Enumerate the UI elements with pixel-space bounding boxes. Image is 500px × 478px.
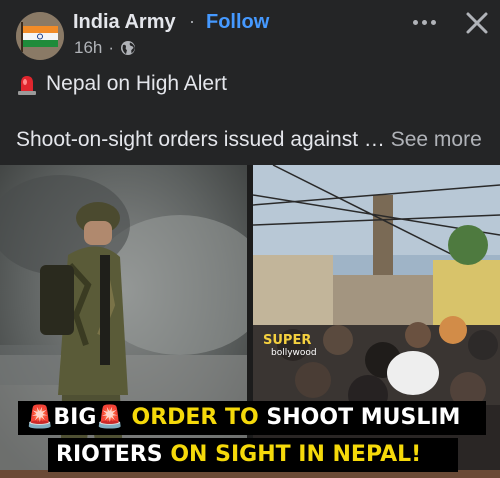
- post-text-headline: Nepal on High Alert: [46, 72, 227, 95]
- close-icon: [466, 12, 488, 34]
- caption-shoot: SHOOT MUSLIM: [266, 405, 461, 430]
- caption-line-1: 🚨BIG🚨 ORDER TO SHOOT MUSLIM: [18, 401, 486, 435]
- watermark-sub: bollywood: [271, 348, 317, 358]
- more-options-button[interactable]: [407, 10, 441, 34]
- more-dot: [412, 19, 418, 25]
- caption-order: ORDER TO: [131, 405, 259, 430]
- author-avatar[interactable]: [16, 12, 64, 60]
- close-button[interactable]: [462, 8, 492, 38]
- follow-button[interactable]: Follow: [206, 11, 269, 34]
- caption-line-2: RIOTERS ON SIGHT IN NEPAL!: [48, 438, 458, 472]
- meta-separator: ·: [108, 38, 115, 57]
- watermark: SUPER bollywood: [263, 333, 317, 359]
- post-text-line2: Shoot-on-sight orders issued against … S…: [16, 128, 482, 152]
- post-text-body: Shoot-on-sight orders issued against …: [16, 128, 385, 151]
- caption-onsight: ON SIGHT IN NEPAL!: [170, 442, 422, 467]
- watermark-brand: SUPER: [263, 333, 312, 348]
- globe-icon[interactable]: [120, 40, 136, 56]
- post-meta: 16h ·: [74, 38, 136, 58]
- caption-rioters: RIOTERS: [56, 442, 163, 467]
- siren-icon: 🚨: [26, 405, 54, 430]
- flag-avatar-icon: [16, 12, 64, 60]
- siren-icon: 🚨: [96, 405, 124, 430]
- more-dot: [430, 19, 436, 25]
- name-separator: ·: [189, 11, 195, 31]
- more-dot: [421, 19, 427, 25]
- post-header: India Army · Follow 16h ·: [0, 0, 500, 66]
- post-text-line1: Nepal on High Alert: [16, 72, 227, 96]
- author-name[interactable]: India Army: [73, 11, 176, 34]
- post-time[interactable]: 16h: [74, 38, 102, 58]
- caption-big: BIG: [53, 405, 97, 430]
- see-more-link[interactable]: See more: [391, 128, 482, 151]
- siren-icon: [18, 76, 36, 95]
